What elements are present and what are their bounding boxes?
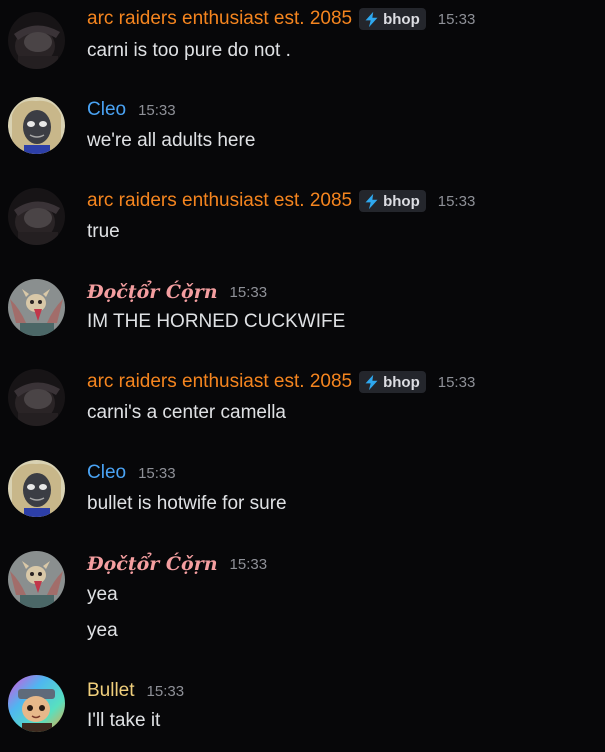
chat-message-list: arc raiders enthusiast est. 2085 bhop 15… xyxy=(0,0,605,752)
message-text: true xyxy=(87,221,120,242)
server-tag-label: bhop xyxy=(383,192,420,210)
server-tag[interactable]: bhop xyxy=(359,190,426,212)
username[interactable]: arc raiders enthusiast est. 2085 xyxy=(87,369,352,395)
avatar-image xyxy=(8,279,65,336)
message-header: arc raiders enthusiast est. 2085 bhop 15… xyxy=(87,6,475,32)
avatar-doctor-corn[interactable] xyxy=(8,279,65,336)
message-text: yea xyxy=(87,620,118,641)
avatar-doctor-corn[interactable] xyxy=(8,551,65,608)
message-header: Cleo 15:33 xyxy=(87,460,176,486)
username[interactable]: Cleo xyxy=(87,97,126,123)
avatar-image xyxy=(8,12,65,69)
timestamp[interactable]: 15:33 xyxy=(230,556,268,573)
username[interactable]: Cleo xyxy=(87,460,126,486)
message-text: yea xyxy=(87,584,118,605)
avatar-cleo[interactable] xyxy=(8,460,65,517)
message-header: Ɖọčṭổr Ćọ̌ṛn 15:33 xyxy=(87,551,267,577)
avatar-image xyxy=(8,551,65,608)
message-header: arc raiders enthusiast est. 2085 bhop 15… xyxy=(87,369,475,395)
timestamp[interactable]: 15:33 xyxy=(230,284,268,301)
timestamp[interactable]: 15:33 xyxy=(438,11,476,28)
message-text: carni is too pure do not . xyxy=(87,40,291,61)
timestamp[interactable]: 15:33 xyxy=(138,102,176,119)
avatar-image xyxy=(8,369,65,426)
avatar-image xyxy=(8,460,65,517)
message-text: IM THE HORNED CUCKWIFE xyxy=(87,311,346,332)
lightning-bolt-icon xyxy=(365,11,378,27)
avatar-arc-raiders[interactable] xyxy=(8,369,65,426)
server-tag-label: bhop xyxy=(383,373,420,391)
avatar-bullet[interactable] xyxy=(8,675,65,732)
message-text: carni's a center camella xyxy=(87,402,286,423)
avatar-image xyxy=(8,675,65,732)
username[interactable]: Ɖọčṭổr Ćọ̌ṛn xyxy=(87,551,218,577)
server-tag-label: bhop xyxy=(383,10,420,28)
server-tag[interactable]: bhop xyxy=(359,371,426,393)
timestamp[interactable]: 15:33 xyxy=(438,374,476,391)
avatar-image xyxy=(8,188,65,245)
message-header: Ɖọčṭổr Ćọ̌ṛn 15:33 xyxy=(87,279,267,305)
username[interactable]: Bullet xyxy=(87,678,135,704)
lightning-bolt-icon xyxy=(365,193,378,209)
username[interactable]: arc raiders enthusiast est. 2085 xyxy=(87,188,352,214)
avatar-cleo[interactable] xyxy=(8,97,65,154)
username[interactable]: arc raiders enthusiast est. 2085 xyxy=(87,6,352,32)
timestamp[interactable]: 15:33 xyxy=(138,465,176,482)
avatar-arc-raiders[interactable] xyxy=(8,188,65,245)
message-text: I'll take it xyxy=(87,710,161,731)
server-tag[interactable]: bhop xyxy=(359,8,426,30)
message-text: we're all adults here xyxy=(87,130,256,151)
lightning-bolt-icon xyxy=(365,374,378,390)
timestamp[interactable]: 15:33 xyxy=(438,193,476,210)
username[interactable]: Ɖọčṭổr Ćọ̌ṛn xyxy=(87,279,218,305)
message-text: bullet is hotwife for sure xyxy=(87,493,287,514)
message-header: Bullet 15:33 xyxy=(87,678,184,704)
timestamp[interactable]: 15:33 xyxy=(147,683,185,700)
avatar-arc-raiders[interactable] xyxy=(8,12,65,69)
avatar-image xyxy=(8,97,65,154)
message-header: Cleo 15:33 xyxy=(87,97,176,123)
message-header: arc raiders enthusiast est. 2085 bhop 15… xyxy=(87,188,475,214)
